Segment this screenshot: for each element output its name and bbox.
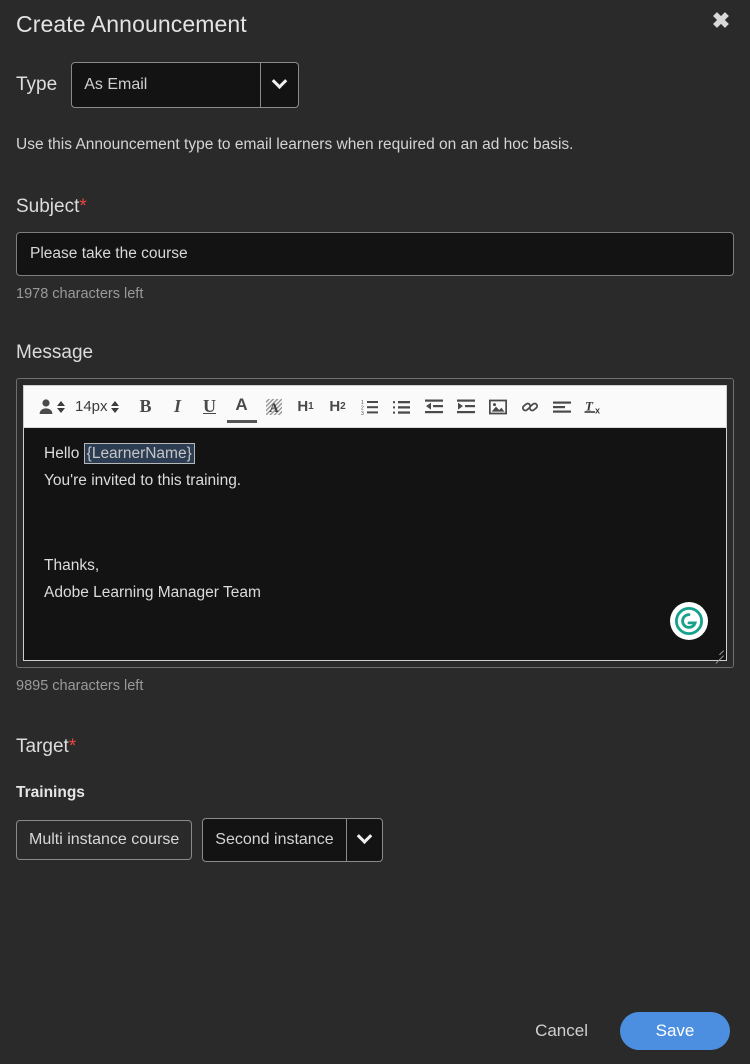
message-greeting-prefix: Hello: [44, 445, 84, 462]
training-chip[interactable]: Multi instance course: [16, 820, 193, 860]
dialog-header: Create Announcement ✖: [0, 0, 750, 48]
trainings-title: Trainings: [16, 784, 85, 801]
italic-button[interactable]: I: [163, 391, 193, 423]
heading-2-letter: H: [329, 398, 341, 415]
chevron-down-icon[interactable]: [345, 819, 382, 861]
svg-text:A: A: [269, 400, 279, 415]
font-size-stepper-arrows[interactable]: [110, 400, 119, 413]
type-select[interactable]: As Email: [71, 62, 300, 108]
font-size-value: 14px: [75, 398, 108, 415]
target-label: Target*: [16, 736, 734, 758]
page-title: Create Announcement: [16, 10, 247, 37]
message-editor-container: 14px B I U A A H 1 H 2 1 2 3 T x Hello {…: [16, 378, 734, 668]
type-select-value: As Email: [84, 76, 148, 93]
svg-text:3: 3: [361, 411, 364, 415]
target-label-text: Target: [16, 736, 69, 757]
insert-image-button[interactable]: [483, 391, 513, 423]
insert-link-button[interactable]: [515, 391, 545, 423]
learner-name-token[interactable]: {LearnerName}: [83, 443, 195, 464]
text-color-button[interactable]: A: [226, 391, 257, 423]
subject-label-text: Subject: [16, 196, 80, 217]
heading-1-letter: H: [297, 398, 309, 415]
target-required-asterisk: *: [68, 736, 77, 757]
type-field-row: Type As Email: [16, 62, 734, 108]
message-line-2: You're invited to this training.: [44, 471, 242, 489]
message-signature: Adobe Learning Manager Team: [44, 583, 261, 601]
indent-button[interactable]: [451, 391, 481, 423]
message-body[interactable]: Hello {LearnerName} You're invited to th…: [24, 428, 726, 664]
heading-1-button[interactable]: H1: [291, 391, 321, 423]
highlight-color-button[interactable]: A: [259, 391, 289, 423]
chevron-down-icon[interactable]: [260, 63, 298, 107]
close-icon[interactable]: ✖: [706, 6, 736, 36]
font-family-stepper[interactable]: [57, 400, 65, 413]
type-label: Type: [16, 74, 58, 95]
subject-characters-left: 1978 characters left: [16, 286, 144, 302]
heading-2-sub: 2: [340, 401, 346, 412]
svg-text:x: x: [595, 406, 600, 416]
underline-button[interactable]: U: [195, 391, 225, 423]
instance-select[interactable]: Second instance: [202, 818, 383, 862]
message-greeting-line: Hello {LearnerName}: [44, 443, 706, 465]
subject-input-value: Please take the course: [30, 245, 188, 262]
editor-resize-handle[interactable]: [711, 645, 725, 664]
cancel-button[interactable]: Cancel: [525, 1013, 598, 1049]
message-signoff: Thanks,: [44, 556, 100, 574]
font-size-stepper[interactable]: 14px: [71, 398, 123, 415]
message-label: Message: [16, 342, 94, 363]
heading-2-button[interactable]: H2: [323, 391, 353, 423]
rich-text-toolbar: 14px B I U A A H 1 H 2 1 2 3 T x: [24, 386, 726, 428]
font-family-icon[interactable]: [34, 398, 69, 415]
heading-1-sub: 1: [308, 401, 314, 412]
bold-button[interactable]: B: [131, 391, 161, 423]
outdent-button[interactable]: [419, 391, 449, 423]
subject-input[interactable]: Please take the course: [16, 232, 734, 276]
align-button[interactable]: [547, 391, 577, 423]
trainings-row: Multi instance course Second instance: [16, 818, 734, 862]
message-characters-left: 9895 characters left: [16, 678, 144, 694]
save-button[interactable]: Save: [620, 1012, 730, 1050]
type-helper-text: Use this Announcement type to email lear…: [16, 136, 574, 153]
grammarly-icon[interactable]: [670, 602, 708, 640]
clear-format-button[interactable]: T x: [579, 391, 609, 423]
dialog-footer: Cancel Save: [0, 998, 750, 1064]
ordered-list-button[interactable]: 1 2 3: [355, 391, 385, 423]
unordered-list-button[interactable]: [387, 391, 417, 423]
required-asterisk: *: [79, 196, 87, 217]
message-blank-space: [44, 498, 706, 556]
subject-label: Subject*: [16, 196, 734, 218]
message-editor-frame: 14px B I U A A H 1 H 2 1 2 3 T x Hello {…: [23, 385, 727, 664]
dialog-body: Type As Email Use this Announcement type…: [0, 62, 750, 862]
instance-select-value: Second instance: [215, 831, 334, 848]
